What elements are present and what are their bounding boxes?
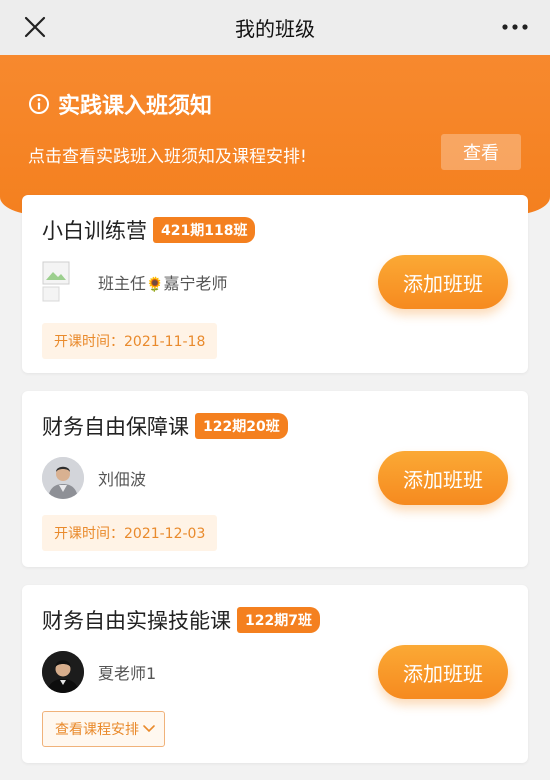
banner-heading: 实践课入班须知 bbox=[28, 88, 212, 120]
teacher-name: 班主任🌻嘉宁老师 bbox=[98, 270, 227, 294]
more-options-icon[interactable] bbox=[498, 12, 532, 42]
course-title: 小白训练营 bbox=[42, 219, 147, 243]
add-class-teacher-button[interactable]: 添加班班 bbox=[378, 645, 508, 699]
page-title: 我的班级 bbox=[235, 17, 315, 41]
banner-title: 实践课入班须知 bbox=[58, 94, 213, 119]
period-tag: 122期7班 bbox=[237, 607, 320, 633]
card-title-row: 财务自由保障课 122期20班 bbox=[42, 411, 288, 441]
info-icon bbox=[28, 93, 50, 115]
card-title-row: 财务自由实操技能课 122期7班 bbox=[42, 605, 320, 635]
teacher-avatar bbox=[42, 651, 84, 693]
broken-image-avatar bbox=[42, 261, 84, 303]
class-card-2: 财务自由保障课 122期20班 刘佃波 添加班班 开课时间：2021-12-03 bbox=[22, 391, 528, 567]
teacher-name: 刘佃波 bbox=[98, 470, 147, 489]
close-icon[interactable] bbox=[20, 12, 50, 42]
teacher-name-text: 嘉宁老师 bbox=[163, 274, 228, 293]
top-nav-bar: 我的班级 bbox=[0, 0, 550, 55]
add-class-teacher-button[interactable]: 添加班班 bbox=[378, 255, 508, 309]
teacher-row: 夏老师1 bbox=[42, 651, 156, 693]
period-tag: 421期118班 bbox=[153, 217, 256, 243]
sunflower-icon: 🌻 bbox=[146, 277, 164, 293]
view-schedule-button[interactable]: 查看课程安排 bbox=[42, 711, 165, 747]
start-date-tag: 开课时间：2021-12-03 bbox=[42, 515, 218, 551]
teacher-row: 刘佃波 bbox=[42, 457, 146, 499]
view-notice-button[interactable]: 查看 bbox=[441, 134, 521, 170]
teacher-name: 夏老师1 bbox=[98, 664, 157, 683]
start-date-tag: 开课时间：2021-11-18 bbox=[42, 323, 218, 359]
period-tag: 122期20班 bbox=[195, 413, 288, 439]
course-title: 财务自由实操技能课 bbox=[42, 609, 231, 633]
chevron-down-icon bbox=[142, 724, 156, 734]
teacher-row: 班主任🌻嘉宁老师 bbox=[42, 261, 227, 303]
class-card-1: 小白训练营 421期118班 班主任🌻嘉宁老师 添加班班 开课时间：2021-1… bbox=[22, 195, 528, 373]
card-title-row: 小白训练营 421期118班 bbox=[42, 215, 256, 245]
banner-description: 点击查看实践班入班须知及课程安排! bbox=[28, 147, 307, 167]
teacher-avatar bbox=[42, 457, 84, 499]
course-title: 财务自由保障课 bbox=[42, 415, 189, 439]
teacher-role: 班主任 bbox=[98, 274, 147, 293]
view-schedule-label: 查看课程安排 bbox=[55, 722, 139, 738]
add-class-teacher-button[interactable]: 添加班班 bbox=[378, 451, 508, 505]
class-card-3: 财务自由实操技能课 122期7班 夏老师1 添加班班 查看课程安排 bbox=[22, 585, 528, 763]
